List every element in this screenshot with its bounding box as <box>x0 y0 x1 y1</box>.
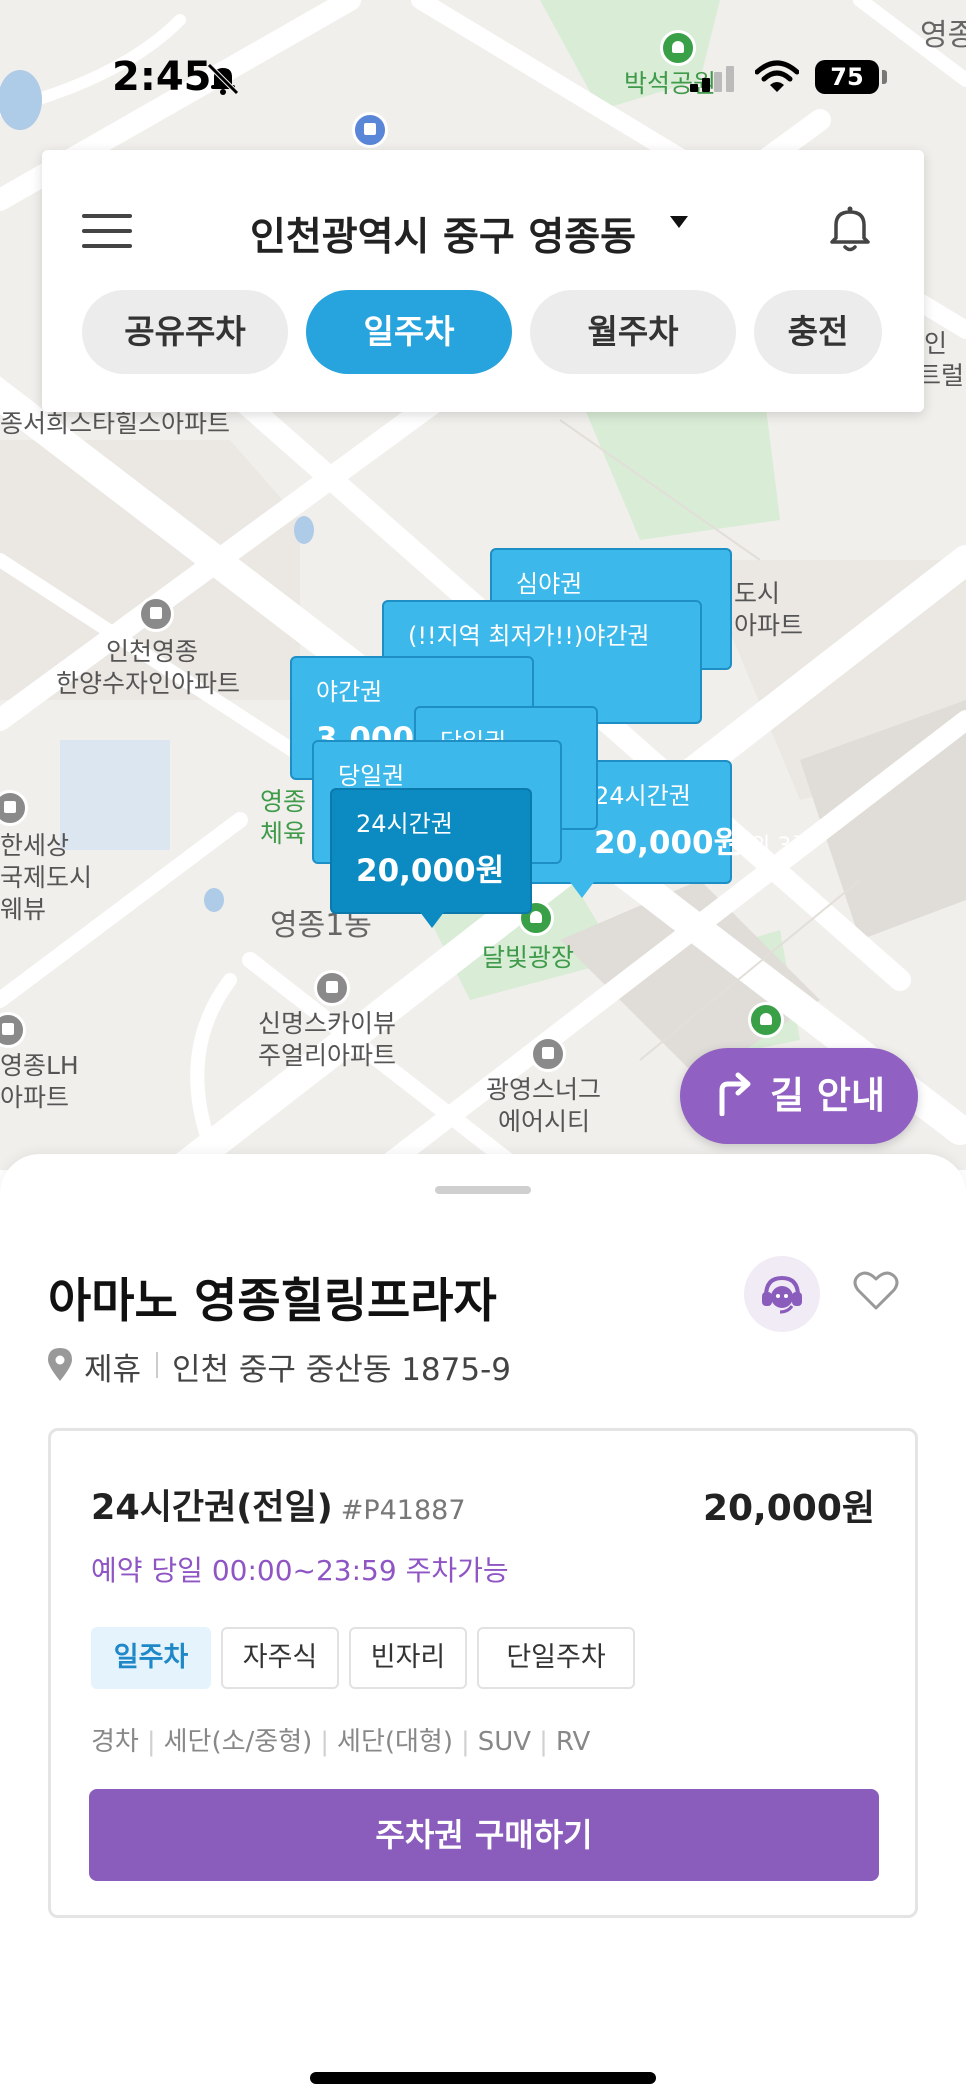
vehicle-type: 경차 <box>91 1727 139 1757</box>
wifi-icon <box>755 60 799 92</box>
map-label-apt: 아파트 <box>734 611 804 640</box>
sheet-drag-handle[interactable] <box>435 1186 531 1194</box>
park-icon <box>748 1002 784 1038</box>
marker-label: (!!지역 최저가!!)야간권 <box>408 622 650 650</box>
directions-label: 길 안내 <box>770 1074 886 1117</box>
ticket-card[interactable]: 24시간권(전일) #P41887 20,000원 예약 당일 00:00~23:… <box>48 1428 918 1918</box>
apartment-icon <box>138 596 174 632</box>
ticket-code: #P41887 <box>340 1495 466 1526</box>
map-label-sports: 영종 <box>260 787 307 816</box>
dropdown-caret-icon[interactable] <box>670 216 688 228</box>
battery-level: 75 <box>815 60 879 94</box>
tag-daily-parking: 일주차 <box>91 1627 211 1689</box>
vehicle-type: 세단(소/중형) <box>163 1727 313 1757</box>
location-selector[interactable]: 인천광역시 중구 영종동 <box>250 206 636 262</box>
marker-label: 24시간권 <box>356 810 453 838</box>
marker-label: 야간권 <box>316 678 383 706</box>
parking-lot-name: 아마노 영종힐링프라자 <box>48 1274 497 1329</box>
address: 인천 중구 중산동 1875-9 <box>172 1352 512 1388</box>
map-label-apt: 도시 <box>734 579 781 608</box>
map-label-apt: 영종LH <box>0 1051 79 1080</box>
map-label-apt: 아파트 <box>0 1083 70 1112</box>
ticket-name: 24시간권(전일) <box>91 1488 333 1528</box>
map-label-mall: 광영스너그 <box>486 1075 602 1104</box>
map-label-left: 한세상 <box>0 831 70 860</box>
battery-cap <box>882 70 887 84</box>
signal-icon <box>690 66 734 92</box>
customer-support-icon[interactable] <box>744 1256 820 1332</box>
vehicle-type: SUV <box>477 1727 532 1757</box>
tab-shared-parking[interactable]: 공유주차 <box>82 290 288 374</box>
buy-ticket-button[interactable]: 주차권 구매하기 <box>89 1789 879 1881</box>
home-indicator <box>310 2072 656 2084</box>
turn-right-arrow-icon <box>719 1072 751 1116</box>
tag-single-parking: 단일주차 <box>477 1627 635 1689</box>
map-label-right: 트럴 <box>918 361 965 390</box>
map-label-plaza: 달빛광장 <box>482 943 575 972</box>
status-time: 2:45 <box>112 54 212 100</box>
marker-label: 당일권 <box>338 762 405 790</box>
directions-button[interactable]: 길 안내 <box>680 1048 918 1144</box>
status-bar: 2:45 75 <box>0 40 966 120</box>
ticket-price: 20,000원 <box>702 1488 875 1529</box>
map-label-mall: 에어시티 <box>498 1107 591 1136</box>
marker-price: 20,000원 <box>594 825 743 861</box>
tag-vacancy: 빈자리 <box>349 1627 467 1689</box>
map-label-apt: 인천영종 <box>106 637 199 666</box>
parking-detail-sheet: 아마노 영종힐링프라자 제휴 인천 중구 중산동 1875-9 24시간권(전일… <box>0 1154 966 2100</box>
map-label-apt: 신명스카이뷰 <box>258 1009 397 1038</box>
map-label-apt: 종서희스타힐스아파트 <box>0 409 231 438</box>
vehicle-type: 세단(대형) <box>337 1727 453 1757</box>
map-label-left: 웨뷰 <box>0 895 47 924</box>
ticket-availability: 예약 당일 00:00~23:59 주차가능 <box>91 1554 509 1587</box>
map-label-sports: 체육 <box>260 819 307 848</box>
mall-icon <box>530 1036 566 1072</box>
tag-self-parking: 자주식 <box>221 1627 339 1689</box>
map-label-right: 인 <box>924 329 948 358</box>
tab-monthly-parking[interactable]: 월주차 <box>530 290 736 374</box>
parking-marker-selected[interactable]: 24시간권 20,000원 <box>330 788 532 928</box>
vehicle-types: 경차 | 세단(소/중형) | 세단(대형) | SUV | RV <box>91 1727 591 1757</box>
tab-charging[interactable]: 충전 <box>754 290 882 374</box>
map-label-apt: 한양수자인아파트 <box>56 669 241 698</box>
parking-type-tabs: 공유주차 일주차 월주차 충전 <box>82 290 924 376</box>
notification-bell-icon[interactable] <box>822 200 878 256</box>
favorite-heart-icon[interactable] <box>852 1268 900 1312</box>
map-label-apt: 주얼리아파트 <box>258 1041 397 1070</box>
marker-label: 심야권 <box>516 570 583 598</box>
tab-daily-parking[interactable]: 일주차 <box>306 290 512 374</box>
hamburger-menu-icon[interactable] <box>82 214 132 248</box>
marker-price: 20,000원 <box>356 853 505 889</box>
map-label-left: 국제도시 <box>0 863 93 892</box>
divider <box>156 1352 158 1378</box>
vehicle-type: RV <box>555 1727 591 1757</box>
marker-label: 24시간권 <box>594 782 691 810</box>
marker-extra: 외 3종 <box>750 834 812 859</box>
location-pin-icon <box>48 1348 72 1381</box>
silent-bell-icon <box>207 63 239 95</box>
partner-tag: 제휴 <box>84 1352 142 1388</box>
search-header: 인천광역시 중구 영종동 공유주차 일주차 월주차 충전 <box>42 150 924 412</box>
apartment-icon <box>314 970 350 1006</box>
map-label-district: 영종1동 <box>270 908 372 943</box>
